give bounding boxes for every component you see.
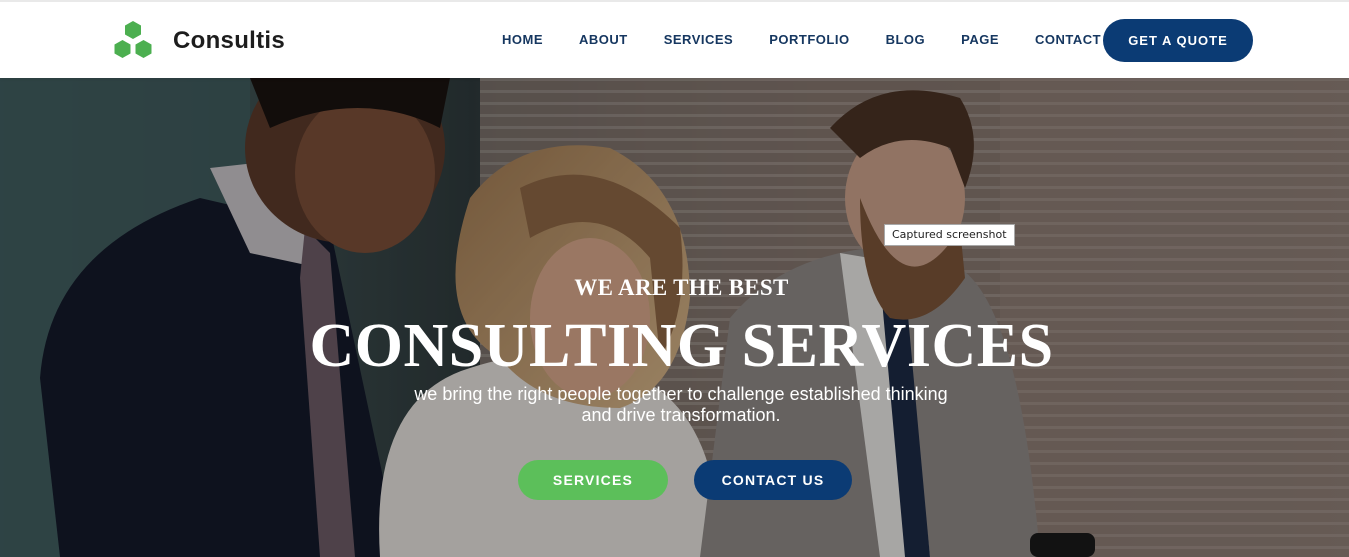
captured-screenshot-tooltip: Captured screenshot (884, 224, 1015, 246)
top-navbar: Consultis HOME ABOUT SERVICES PORTFOLIO … (0, 0, 1349, 78)
nav-item-blog[interactable]: BLOG (886, 31, 926, 49)
nav-item-services[interactable]: SERVICES (664, 31, 734, 49)
hero-dark-overlay (0, 78, 1349, 557)
nav-item-portfolio[interactable]: PORTFOLIO (769, 31, 849, 49)
contact-us-button[interactable]: CONTACT US (694, 460, 852, 500)
nav-item-page[interactable]: PAGE (961, 31, 999, 49)
hero-banner (0, 78, 1349, 557)
services-button[interactable]: SERVICES (518, 460, 668, 500)
nav-item-home[interactable]: HOME (502, 31, 543, 49)
nav-item-contact[interactable]: CONTACT (1035, 31, 1101, 49)
get-a-quote-button[interactable]: GET A QUOTE (1103, 19, 1253, 62)
main-nav: HOME ABOUT SERVICES PORTFOLIO BLOG PAGE … (502, 31, 1101, 49)
nav-item-about[interactable]: ABOUT (579, 31, 628, 49)
hexagon-cluster-icon (112, 20, 154, 62)
brand-logo[interactable]: Consultis (112, 20, 285, 62)
brand-name: Consultis (173, 27, 286, 54)
